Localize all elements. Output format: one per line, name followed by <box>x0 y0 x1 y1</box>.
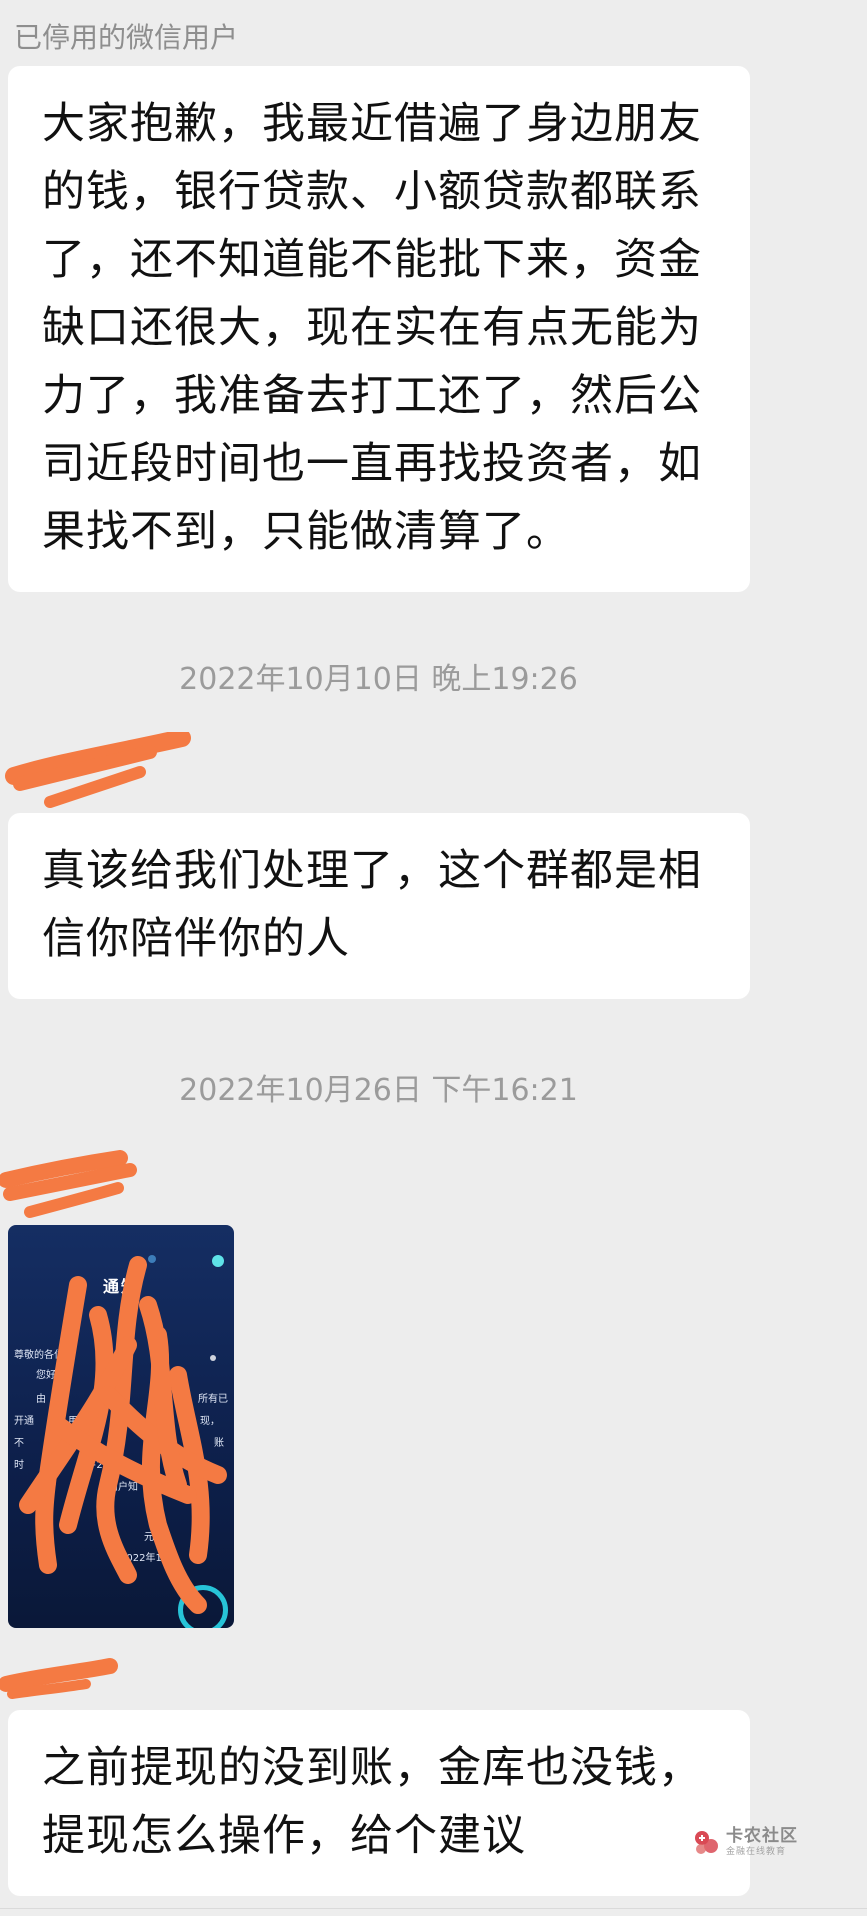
message-bubble[interactable]: 大家抱歉，我最近借遍了身边朋友的钱，银行贷款、小额贷款都联系了，还不知道能不能批… <box>8 66 750 592</box>
redaction-scribble <box>0 1658 118 1699</box>
redaction-scribble <box>0 1150 137 1218</box>
image-message-thumbnail[interactable]: 通知 尊敬的各位 您好 由 所有已 开通 用户 现， 不 账 时 +2。 敬请 … <box>8 1225 234 1628</box>
redaction-scribble <box>19 1256 227 1614</box>
watermark-main: 卡农社区 <box>726 1826 798 1846</box>
message-bubble[interactable]: 之前提现的没到账，金库也没钱，提现怎么操作，给个建议 <box>8 1710 750 1896</box>
watermark: 卡农社区 金融在线教育 <box>690 1826 798 1858</box>
sender-name[interactable]: 已停用的微信用户 <box>14 20 238 56</box>
message-text: 之前提现的没到账，金库也没钱，提现怎么操作，给个建议 <box>42 1743 702 1861</box>
bottom-divider <box>0 1908 867 1909</box>
message-bubble[interactable]: 真该给我们处理了，这个群都是相信你陪伴你的人 <box>8 813 750 999</box>
kanong-logo-icon <box>695 1831 718 1854</box>
chat-timestamp: 2022年10月10日 晚上19:26 <box>179 662 578 697</box>
message-text: 真该给我们处理了，这个群都是相信你陪伴你的人 <box>42 846 702 964</box>
chat-timestamp: 2022年10月26日 下午16:21 <box>179 1073 578 1108</box>
message-text: 大家抱歉，我最近借遍了身边朋友的钱，银行贷款、小额贷款都联系了，还不知道能不能批… <box>42 99 702 557</box>
redaction-scribble <box>5 732 191 808</box>
watermark-sub: 金融在线教育 <box>726 1847 787 1857</box>
